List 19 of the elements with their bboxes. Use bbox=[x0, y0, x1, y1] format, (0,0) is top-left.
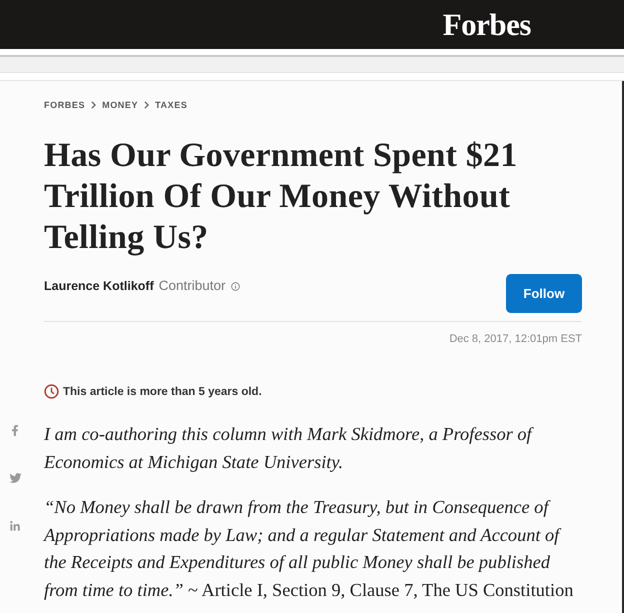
clock-icon bbox=[44, 384, 59, 399]
author-role: Contributor bbox=[158, 279, 226, 293]
body-paragraph: “No Money shall be drawn from the Treasury, but in Consequence of Appropriations made by Law; and a regular Statement and Account of the Receipts and Expenditures of all public Money shall be published from time to time.” ~ Article I, Section 9, Clause 7, The US Constitution bbox=[44, 496, 574, 602]
facebook-icon[interactable] bbox=[10, 424, 20, 436]
follow-button[interactable]: Follow bbox=[506, 274, 582, 313]
breadcrumb-link[interactable]: MONEY bbox=[102, 100, 138, 110]
breadcrumb-link[interactable]: TAXES bbox=[155, 100, 188, 110]
linkedin-icon[interactable] bbox=[9, 520, 21, 532]
body-paragraph: I am co-authoring this column with Mark Skidmore, a Professor of Economics at Michigan State University. bbox=[44, 423, 535, 474]
info-icon[interactable] bbox=[230, 282, 240, 290]
chevron-icon bbox=[144, 101, 150, 109]
publish-date: Dec 8, 2017, 12:01pm EST bbox=[449, 332, 582, 346]
author-name[interactable]: Laurence Kotlikoff bbox=[44, 279, 154, 293]
article-age-notice: This article is more than 5 years old. bbox=[63, 384, 262, 398]
breadcrumb-link[interactable]: FORBES bbox=[44, 100, 86, 110]
bird-icon[interactable] bbox=[8, 472, 22, 484]
article-title: Has Our Government Spent $21 Trillion Of Our Money Without Telling Us? bbox=[44, 136, 518, 258]
chevron-icon bbox=[91, 101, 96, 109]
logo[interactable]: Forbes bbox=[442, 8, 531, 42]
